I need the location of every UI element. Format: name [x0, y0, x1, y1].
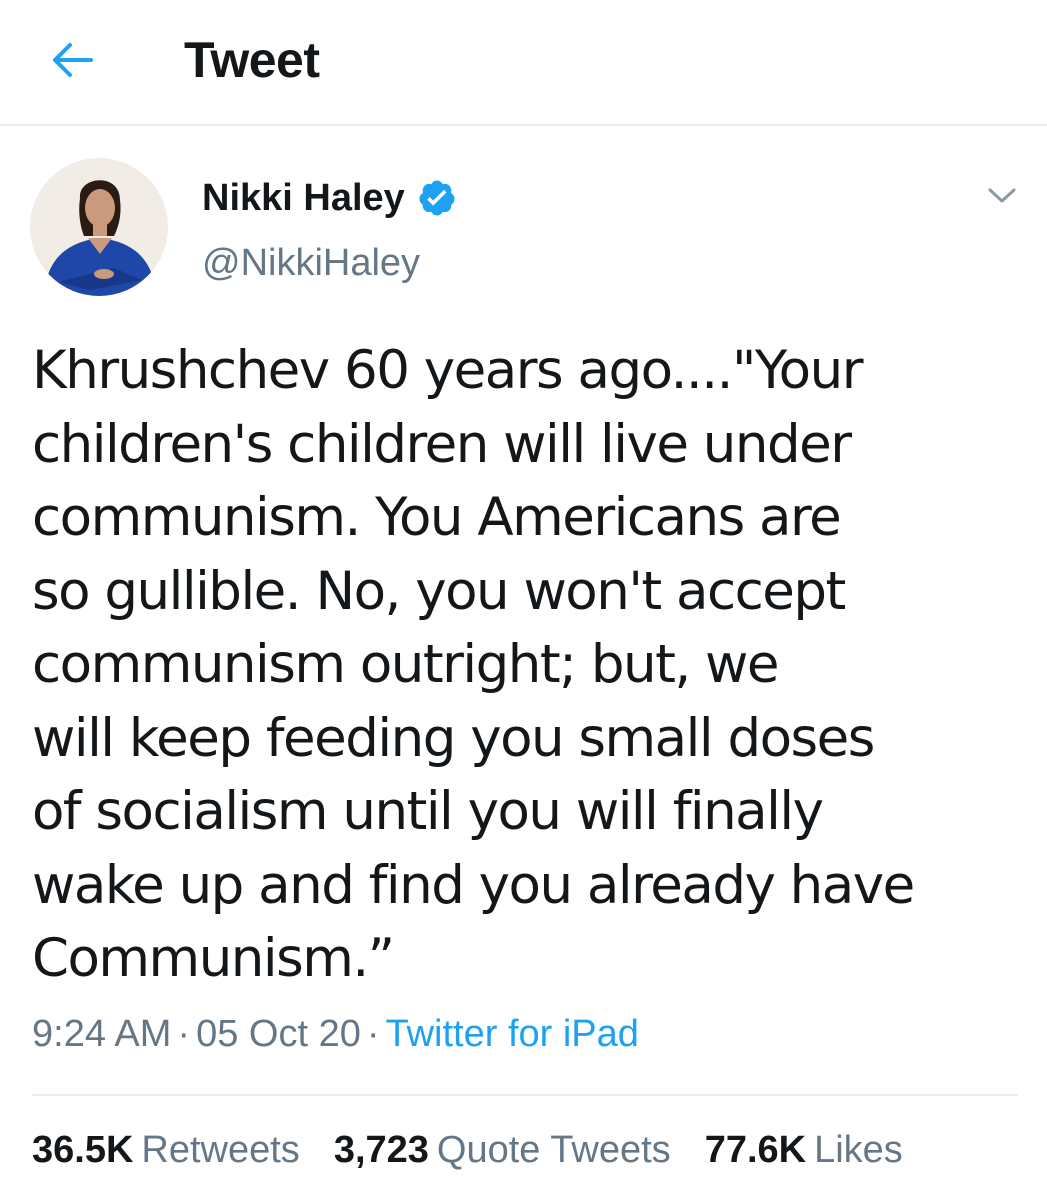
tweet-source-link[interactable]: Twitter for iPad: [386, 1013, 639, 1055]
likes-stat[interactable]: 77.6K Likes: [705, 1124, 903, 1176]
tweet-stats: 36.5K Retweets 3,723 Quote Tweets 77.6K Lik…: [32, 1124, 903, 1176]
likes-label: Likes: [814, 1129, 903, 1171]
divider: [32, 1094, 1018, 1096]
quote-tweets-stat[interactable]: 3,723 Quote Tweets: [334, 1124, 671, 1176]
quote-tweets-count: 3,723: [333, 1129, 429, 1171]
avatar-photo: [30, 158, 168, 296]
quote-tweets-label: Quote Tweets: [436, 1129, 671, 1171]
retweets-stat[interactable]: 36.5K Retweets: [32, 1124, 300, 1176]
page-title: Tweet: [184, 32, 320, 88]
top-bar: Tweet: [0, 0, 1047, 126]
avatar[interactable]: [30, 158, 168, 296]
tweet-date[interactable]: 05 Oct 20: [196, 1013, 361, 1055]
tweet-menu-button[interactable]: [980, 178, 1024, 214]
retweets-label: Retweets: [141, 1129, 300, 1171]
author-name-row: Nikki Haley: [202, 172, 457, 224]
chevron-down-icon: [988, 188, 1016, 203]
tweet-time[interactable]: 9:24 AM: [32, 1013, 171, 1055]
arrow-left-icon: [53, 43, 93, 77]
author-handle[interactable]: @NikkiHaley: [202, 238, 420, 288]
tweet-metadata: 9:24 AM · 05 Oct 20 · Twitter for iPad: [32, 1008, 639, 1060]
likes-count: 77.6K: [704, 1129, 807, 1171]
meta-separator: ·: [366, 1013, 380, 1055]
verified-badge-icon: [417, 178, 457, 218]
author-display-name[interactable]: Nikki Haley: [202, 172, 405, 224]
retweets-count: 36.5K: [32, 1129, 134, 1171]
back-button[interactable]: [44, 32, 100, 88]
tweet-text: Khrushchev 60 years ago...."Your childre…: [32, 340, 915, 989]
meta-separator: ·: [177, 1013, 191, 1055]
